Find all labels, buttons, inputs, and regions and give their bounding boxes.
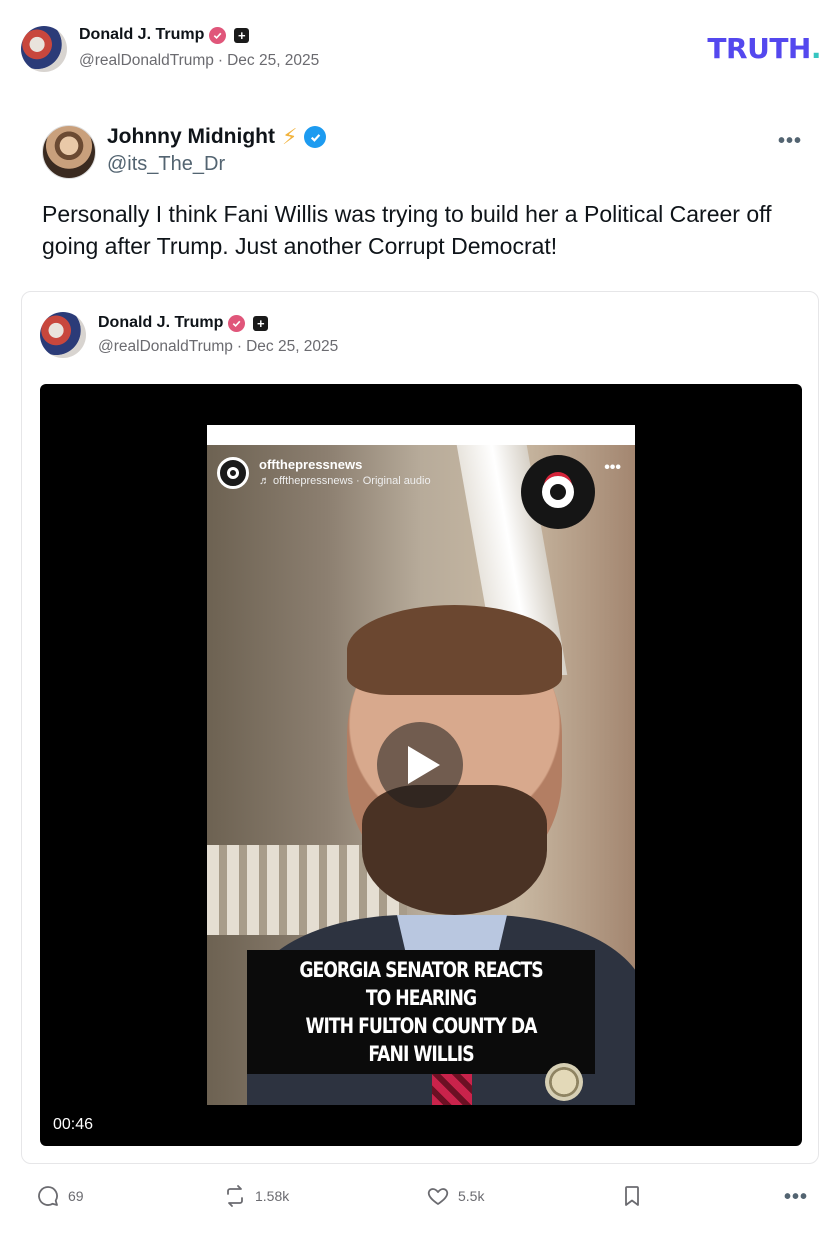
ig-avatar-icon bbox=[217, 457, 249, 489]
quote-date[interactable]: Dec 25, 2025 bbox=[246, 338, 338, 356]
action-bar: 69 1.58k 5.5k ••• bbox=[36, 1184, 808, 1212]
retruth-icon bbox=[227, 1185, 243, 1207]
quote-avatar[interactable] bbox=[40, 312, 86, 358]
caption-line-2: WITH FULTON COUNTY DA FANI WILLIS bbox=[305, 1014, 537, 1066]
quote-handle[interactable]: @realDonaldTrump bbox=[98, 338, 233, 356]
plus-badge-icon: + bbox=[253, 315, 269, 331]
retruth-button[interactable]: 1.58k bbox=[223, 1184, 289, 1208]
like-count: 5.5k bbox=[458, 1188, 485, 1204]
reply-icon bbox=[38, 1186, 58, 1206]
tweet-author-name: Johnny Midnight bbox=[107, 125, 275, 148]
video-duration: 00:46 bbox=[53, 1116, 94, 1133]
tweet-author-row: Johnny Midnight ⚡ bbox=[107, 124, 327, 149]
retruth-count: 1.58k bbox=[255, 1188, 290, 1204]
reply-count: 69 bbox=[68, 1188, 84, 1204]
ig-more-icon: ••• bbox=[604, 459, 621, 476]
separator: · bbox=[217, 52, 224, 69]
post-date[interactable]: Dec 25, 2025 bbox=[227, 52, 319, 70]
truth-logo[interactable]: TRUTH. bbox=[707, 32, 821, 65]
avatar[interactable] bbox=[21, 26, 67, 72]
play-button[interactable] bbox=[377, 722, 463, 808]
author-meta: @realDonaldTrump · Dec 25, 2025 bbox=[79, 52, 319, 70]
blue-check-icon bbox=[304, 126, 327, 148]
author-row: Donald J. Trump + bbox=[79, 26, 250, 44]
caption-line-1: GEORGIA SENATOR REACTS TO HEARING bbox=[299, 958, 543, 1010]
ig-header: offthepressnews ♬ offthepressnews · Orig… bbox=[217, 457, 431, 489]
seal-icon bbox=[545, 1063, 583, 1101]
beard bbox=[362, 785, 547, 915]
channel-logo-icon bbox=[521, 455, 595, 529]
post-header: Donald J. Trump + @realDonaldTrump · Dec… bbox=[21, 24, 822, 74]
separator: · bbox=[236, 338, 243, 355]
heart-icon bbox=[427, 1188, 449, 1205]
quoted-post-card[interactable]: Donald J. Trump + @realDonaldTrump · Dec… bbox=[21, 291, 819, 1164]
quote-meta: @realDonaldTrump · Dec 25, 2025 bbox=[98, 338, 338, 356]
ig-audio: ♬ offthepressnews · Original audio bbox=[259, 475, 431, 487]
author-handle[interactable]: @realDonaldTrump bbox=[79, 52, 214, 70]
quote-author-row: Donald J. Trump + bbox=[98, 314, 269, 332]
plus-badge-icon: + bbox=[234, 27, 250, 43]
more-options-icon[interactable]: ••• bbox=[784, 1186, 808, 1209]
reply-button[interactable]: 69 bbox=[36, 1184, 84, 1208]
author-name[interactable]: Donald J. Trump bbox=[79, 26, 204, 44]
tweet-handle: @its_The_Dr bbox=[107, 153, 226, 175]
hair bbox=[347, 605, 562, 695]
play-icon bbox=[408, 746, 440, 784]
like-button[interactable]: 5.5k bbox=[426, 1184, 484, 1208]
tweet-avatar bbox=[42, 125, 96, 179]
quote-author-name[interactable]: Donald J. Trump bbox=[98, 314, 223, 332]
embedded-tweet: Johnny Midnight ⚡ @its_The_Dr ••• Person… bbox=[42, 124, 812, 274]
lightning-emoji-icon: ⚡ bbox=[281, 124, 298, 149]
verified-badge-icon bbox=[228, 314, 246, 332]
ig-account: offthepressnews bbox=[259, 457, 363, 472]
verified-badge-icon bbox=[209, 26, 227, 44]
bookmark-icon bbox=[625, 1186, 639, 1206]
tweet-more-icon: ••• bbox=[777, 130, 802, 152]
video-caption: GEORGIA SENATOR REACTS TO HEARING WITH F… bbox=[247, 950, 595, 1074]
tweet-text: Personally I think Fani Willis was tryin… bbox=[42, 201, 772, 259]
truth-logo-dot: . bbox=[810, 32, 822, 65]
bookmark-button[interactable] bbox=[620, 1184, 644, 1208]
video-player[interactable]: offthepressnews ♬ offthepressnews · Orig… bbox=[40, 384, 802, 1146]
truth-logo-text: TRUTH bbox=[707, 32, 811, 65]
